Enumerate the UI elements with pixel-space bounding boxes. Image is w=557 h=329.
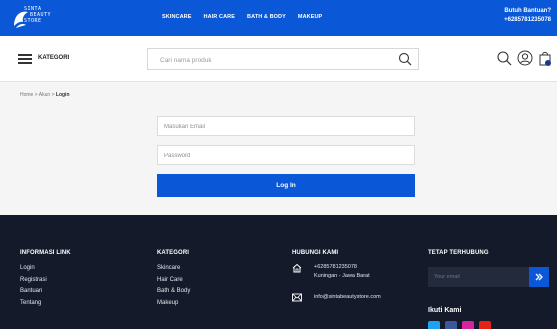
help-title: Butuh Bantuan? (504, 8, 551, 14)
footer-newsletter: TETAP TERHUBUNG (428, 250, 489, 263)
contact-email[interactable]: info@sintabeautystore.com (314, 293, 381, 302)
password-field (157, 145, 415, 165)
contact-email-row: info@sintabeautystore.com (292, 293, 381, 302)
search-input[interactable] (160, 54, 390, 66)
youtube-icon[interactable] (479, 321, 491, 329)
footer-category-title: KATEGORI (157, 250, 190, 256)
search-icon[interactable] (398, 52, 412, 66)
search-icon[interactable] (496, 50, 512, 66)
nav-makeup[interactable]: MAKEUP (298, 14, 322, 20)
category-menu-label[interactable]: KATEGORI (38, 55, 69, 61)
breadcrumb-home[interactable]: Home (20, 92, 33, 98)
twitter-icon[interactable] (428, 321, 440, 329)
contact-location: Kuningan - Jawa Barat (314, 273, 370, 279)
footer-info-title: INFORMASI LINK (20, 250, 71, 256)
login-button[interactable]: Log In (157, 174, 415, 197)
mail-icon (292, 293, 302, 302)
footer-link-help[interactable]: Bantuan (20, 286, 71, 298)
footer: INFORMASI LINK Login Registrasi Bantuan … (0, 215, 557, 329)
newsletter-title: TETAP TERHUBUNG (428, 250, 489, 256)
help-phone: +6285781235078 (504, 17, 551, 23)
top-nav: SKINCARE HAIR CARE BATH & BODY MAKEUP (162, 14, 322, 20)
search-header: KATEGORI (0, 36, 557, 82)
email-field (157, 116, 415, 136)
footer-contact-title: HUBUNGI KAMI (292, 250, 339, 256)
help-contact[interactable]: Butuh Bantuan? +6285781235078 (504, 7, 551, 25)
footer-categories: KATEGORI Skincare Hair Care Bath & Body … (157, 250, 190, 309)
password-input[interactable] (164, 150, 404, 161)
shopping-bag-icon[interactable] (538, 50, 552, 66)
footer-category-bath-body[interactable]: Bath & Body (157, 286, 190, 298)
newsletter-form (428, 267, 549, 287)
email-input[interactable] (164, 121, 404, 132)
newsletter-submit-button[interactable] (529, 267, 549, 287)
newsletter-email-input[interactable] (434, 271, 522, 283)
footer-link-register[interactable]: Registrasi (20, 275, 71, 287)
breadcrumb-separator: > (51, 92, 55, 98)
nav-hair-care[interactable]: HAIR CARE (204, 14, 235, 20)
breadcrumb: Home > Akun > Login (20, 92, 70, 98)
hamburger-menu-icon[interactable] (18, 54, 32, 64)
double-chevron-right-icon (535, 273, 543, 281)
search-box (147, 48, 419, 70)
facebook-icon[interactable] (445, 321, 457, 329)
instagram-icon[interactable] (462, 321, 474, 329)
footer-category-skincare[interactable]: Skincare (157, 263, 190, 275)
home-icon (292, 263, 302, 273)
breadcrumb-current: Login (55, 92, 70, 98)
footer-link-login[interactable]: Login (20, 263, 71, 275)
logo-text: SINTA BEAUTY STORE (24, 6, 52, 24)
footer-contact: HUBUNGI KAMI +6285781235078 Kuningan - J… (292, 250, 381, 302)
breadcrumb-account[interactable]: Akun (39, 92, 50, 98)
nav-skincare[interactable]: SKINCARE (162, 14, 192, 20)
footer-link-about[interactable]: Tentang (20, 298, 71, 310)
breadcrumb-separator: > (34, 92, 38, 98)
footer-category-hair-care[interactable]: Hair Care (157, 275, 190, 287)
contact-phone[interactable]: +6285781235078 (314, 263, 381, 272)
footer-info-links: INFORMASI LINK Login Registrasi Bantuan … (20, 250, 71, 309)
nav-bath-body[interactable]: BATH & BODY (247, 14, 286, 20)
user-icon[interactable] (517, 50, 533, 66)
contact-address: +6285781235078 Kuningan - Jawa Barat (292, 263, 381, 281)
top-bar: SINTA BEAUTY STORE SKINCARE HAIR CARE BA… (0, 0, 557, 36)
footer-category-makeup[interactable]: Makeup (157, 298, 190, 310)
follow-us-title: Ikuti Kami (428, 307, 462, 314)
